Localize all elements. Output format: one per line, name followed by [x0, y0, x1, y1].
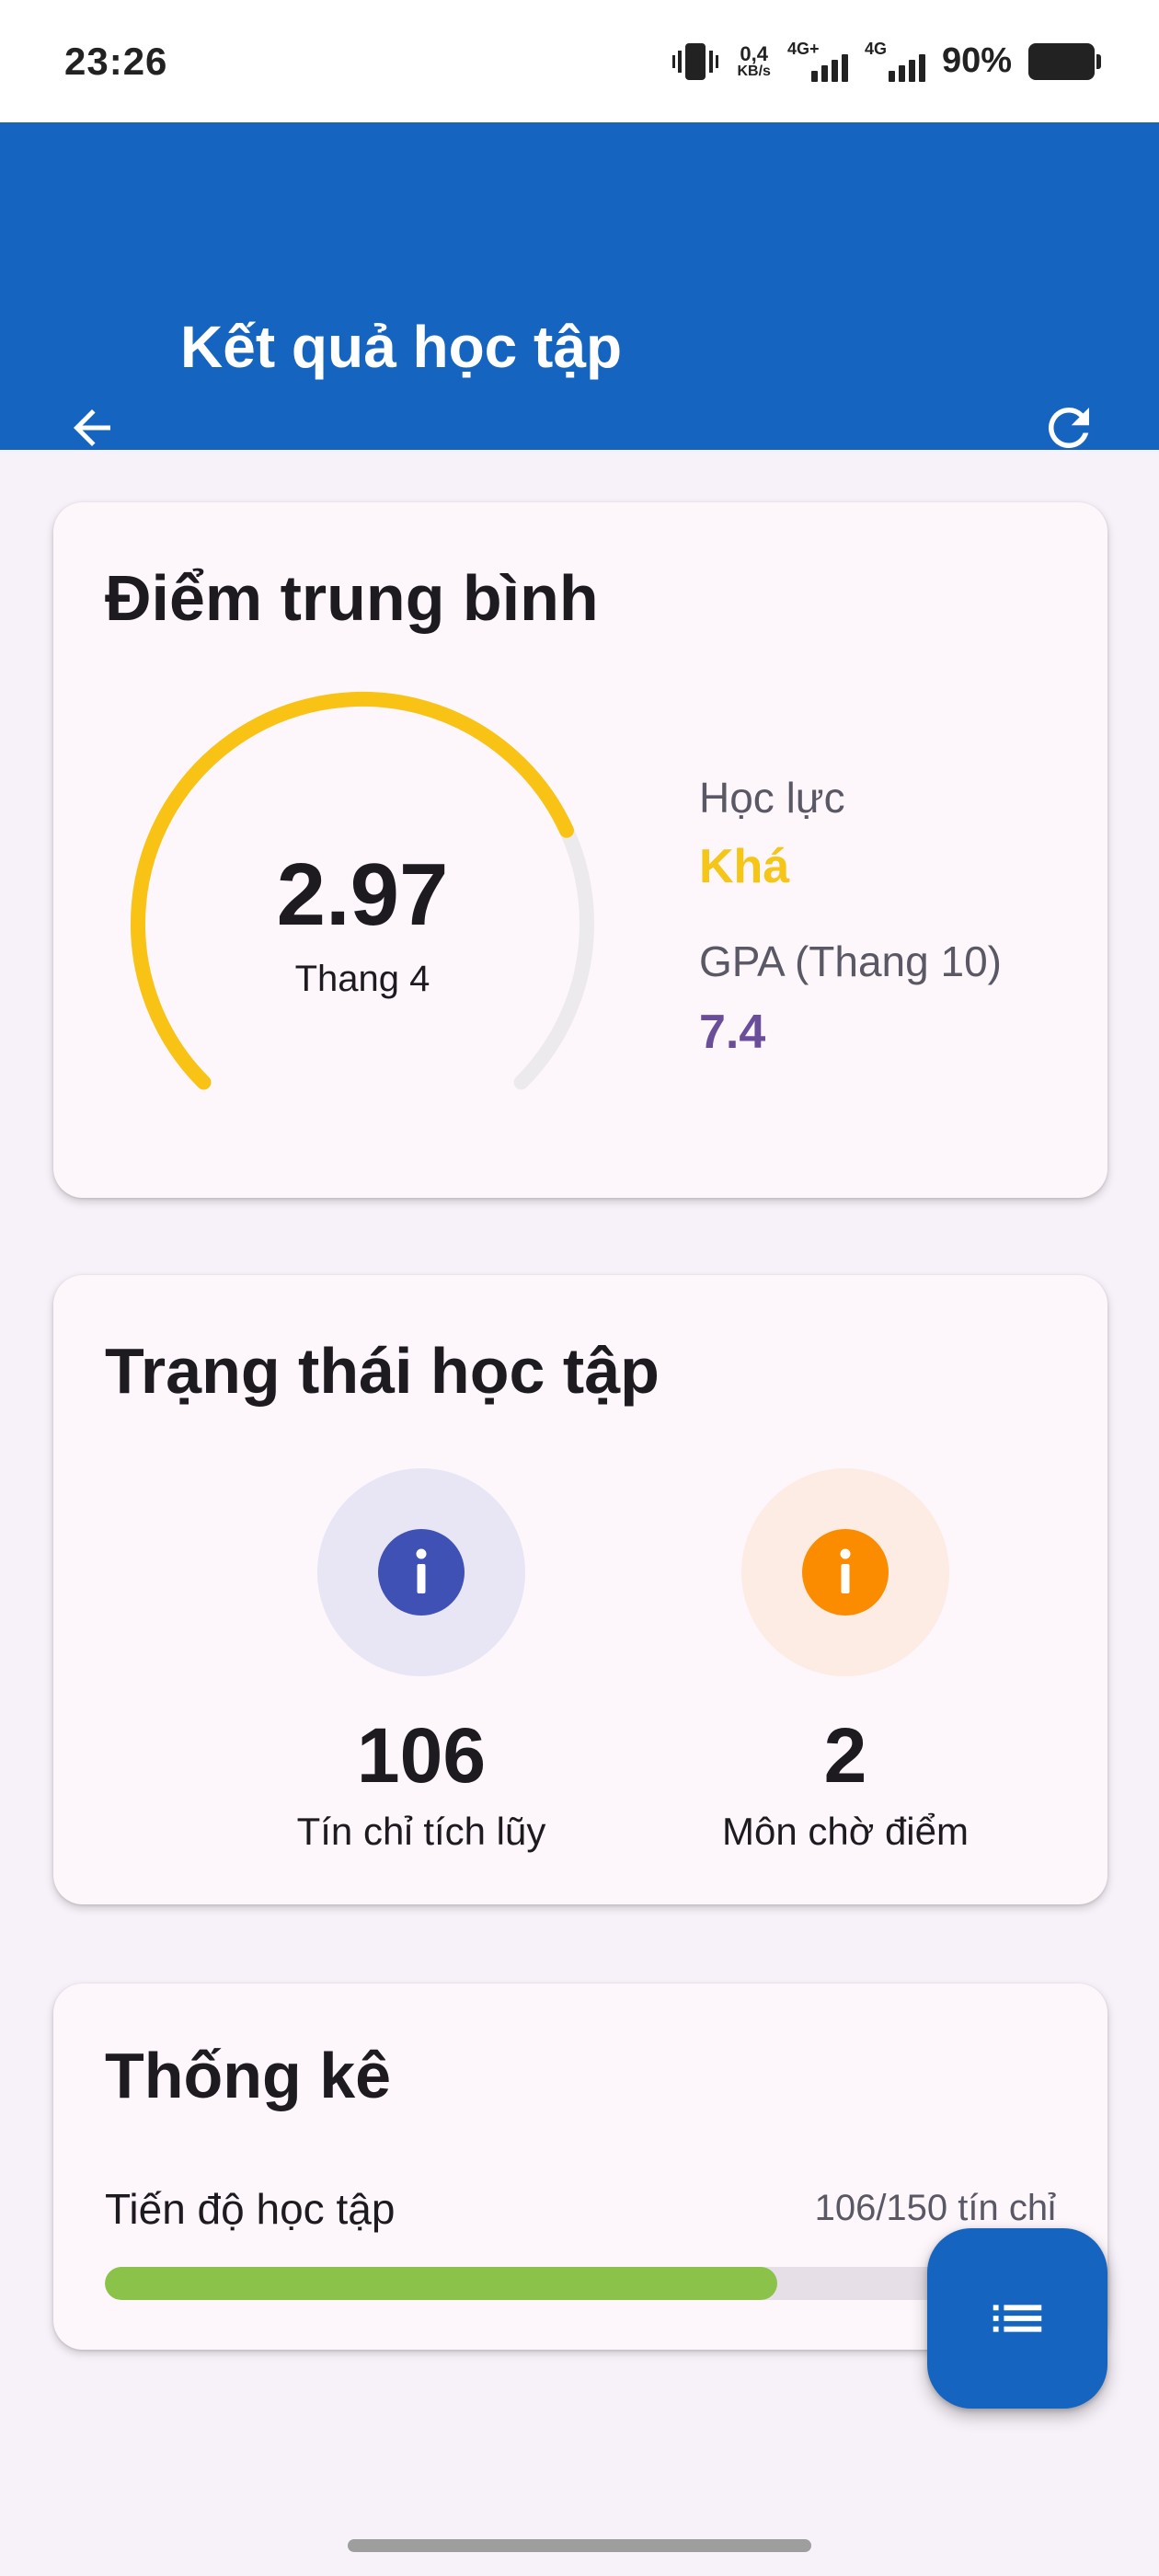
page-title: Kết quả học tập — [180, 314, 623, 380]
refresh-button[interactable] — [1025, 384, 1113, 472]
gpa10-value: 7.4 — [699, 1006, 766, 1059]
back-button[interactable] — [48, 384, 136, 472]
progress-track — [105, 2267, 1056, 2300]
pending-value: 2 — [823, 1712, 867, 1799]
network-type-1: 4G+ — [786, 39, 820, 58]
list-icon — [993, 2305, 1042, 2332]
accumulated-credits-stat: 106 Tín chỉ tích lũy — [237, 1468, 605, 1854]
progress-fill — [105, 2267, 777, 2300]
app-bar: Kết quả học tập — [0, 122, 1159, 450]
credits-label: Tín chỉ tích lũy — [296, 1810, 546, 1853]
gpa-card: Điểm trung bình 2.97 Thang 4 Học lực Khá… — [53, 502, 1107, 1198]
net-speed-value: 0,4 — [740, 41, 768, 65]
credits-icon-circle — [317, 1468, 525, 1676]
list-fab-button[interactable] — [927, 2228, 1107, 2409]
battery-percent: 90% — [941, 41, 1012, 80]
pending-label: Môn chờ điểm — [722, 1810, 969, 1853]
network-type-2: 4G — [864, 39, 887, 58]
signal-icon-2: 4G — [864, 39, 925, 82]
net-speed-unit: KB/s — [737, 63, 771, 79]
status-time: 23:26 — [64, 39, 168, 83]
info-icon — [802, 1529, 889, 1616]
progress-count: 106/150 tín chỉ — [814, 2188, 1056, 2228]
study-status-title: Trạng thái học tập — [105, 1335, 660, 1407]
status-icons: 0,4 KB/s 4G+ 4G 90% — [671, 39, 1101, 82]
net-speed: 0,4 KB/s — [737, 41, 771, 79]
statistics-title: Thống kê — [105, 2040, 392, 2111]
pending-icon-circle — [741, 1468, 949, 1676]
gpa10-label: GPA (Thang 10) — [699, 937, 1002, 985]
arrow-back-icon — [74, 409, 110, 446]
academic-rank-label: Học lực — [699, 774, 845, 822]
study-status-card: Trạng thái học tập 106 Tín chỉ tích lũy … — [53, 1275, 1107, 1904]
status-bar: 23:26 0,4 KB/s 4G+ 4G 90% — [0, 0, 1159, 122]
credits-value: 106 — [356, 1712, 487, 1799]
gpa-scale: Thang 4 — [294, 959, 430, 999]
gpa-card-title: Điểm trung bình — [105, 562, 599, 634]
signal-icon-1: 4G+ — [786, 39, 848, 82]
academic-rank-value: Khá — [699, 840, 790, 893]
gpa-value: 2.97 — [276, 845, 449, 944]
refresh-icon — [1049, 408, 1089, 448]
battery-icon — [1028, 42, 1101, 80]
info-icon — [378, 1529, 465, 1616]
pending-grades-stat: 2 Môn chờ điểm — [661, 1468, 1029, 1854]
home-indicator[interactable] — [348, 2539, 811, 2552]
progress-label: Tiến độ học tập — [105, 2185, 396, 2233]
vibrate-icon — [672, 42, 719, 80]
